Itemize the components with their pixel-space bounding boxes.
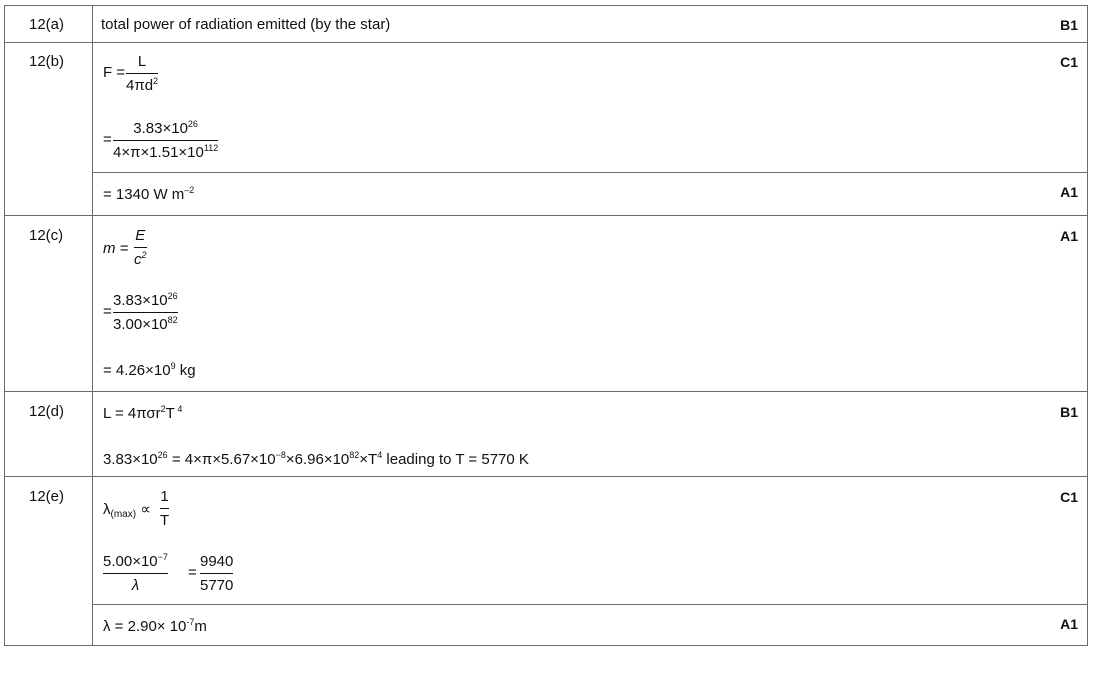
question-number: 12(e)	[29, 488, 65, 505]
final-answer: = 4.26×109 kg	[103, 361, 196, 380]
fraction-numerator: 9940	[200, 553, 234, 570]
mark-code: A1	[1060, 184, 1078, 200]
table-border-bottom	[4, 645, 1088, 646]
fraction-bar	[200, 573, 234, 574]
fraction-numerator: 3.83×1026	[133, 119, 198, 138]
row-divider	[4, 476, 1088, 477]
fraction-bar	[160, 508, 170, 509]
final-answer: λ = 2.90× 10-7m	[103, 617, 207, 636]
question-number: 12(b)	[29, 53, 65, 70]
fraction: L 4πd2	[126, 53, 159, 95]
row-subdivider	[92, 604, 1088, 605]
equals-sign: =	[103, 303, 112, 320]
column-divider	[92, 5, 93, 646]
mark-code: B1	[1060, 17, 1078, 33]
fraction-denominator: 4πd2	[126, 76, 159, 95]
row-divider	[4, 391, 1088, 392]
table-border-left	[4, 5, 5, 646]
mark-scheme-page: { "rows": [ {"q": "12(a)", "mark": "B1",…	[0, 0, 1100, 675]
table-border-right	[1087, 5, 1088, 646]
fraction: 5.00×10−7 λ	[103, 553, 168, 595]
mark-code: C1	[1060, 54, 1078, 70]
row-subdivider	[92, 172, 1088, 173]
fraction-numerator: 3.83×1026	[113, 291, 178, 310]
fraction: 9940 5770	[200, 553, 234, 595]
mark-code: C1	[1060, 489, 1078, 505]
fraction-bar	[103, 573, 168, 574]
equals-sign: =	[188, 564, 197, 581]
fraction-denominator: 3.00×1082	[113, 315, 178, 334]
row-divider	[4, 215, 1088, 216]
question-number: 12(a)	[29, 16, 65, 33]
fraction-numerator: E	[135, 227, 146, 244]
fraction-bar	[113, 140, 219, 141]
stefan-boltzmann-equation: L = 4πσr2T 4	[103, 404, 183, 423]
fraction: 1 T	[160, 488, 170, 530]
final-answer: = 1340 W m–2	[103, 185, 195, 204]
row-divider	[4, 42, 1088, 43]
fraction-numerator: 1	[160, 488, 169, 505]
fraction-bar	[113, 312, 178, 313]
fraction-numerator: 5.00×10−7	[103, 552, 168, 571]
fraction-bar	[134, 247, 147, 248]
fraction-denominator: 4×π×1.51×10112	[113, 143, 219, 162]
answer-text: total power of radiation emitted (by the…	[101, 16, 391, 33]
question-number: 12(c)	[29, 227, 64, 244]
substitution-line: 3.83×1026 = 4×π×5.67×10−8×6.96×1082×T4 l…	[103, 450, 529, 469]
equation-lhs: m =	[103, 240, 129, 257]
equals-sign: =	[103, 131, 112, 148]
equation-lhs: F =	[103, 64, 126, 81]
fraction-denominator: λ	[131, 577, 140, 594]
wien-law-lhs: λ(max) ∝	[103, 501, 151, 520]
mark-code: A1	[1060, 228, 1078, 244]
fraction: E c2	[134, 227, 147, 269]
fraction-denominator: c2	[134, 250, 147, 269]
fraction-numerator: L	[137, 53, 147, 70]
fraction: 3.83×1026 4×π×1.51×10112	[113, 119, 219, 162]
fraction-denominator: T	[160, 512, 170, 529]
mark-code: B1	[1060, 404, 1078, 420]
fraction-denominator: 5770	[200, 577, 234, 594]
table-border-top	[4, 5, 1088, 6]
mark-code: A1	[1060, 616, 1078, 632]
fraction-bar	[126, 73, 159, 74]
fraction: 3.83×1026 3.00×1082	[113, 292, 178, 334]
question-number: 12(d)	[29, 403, 65, 420]
